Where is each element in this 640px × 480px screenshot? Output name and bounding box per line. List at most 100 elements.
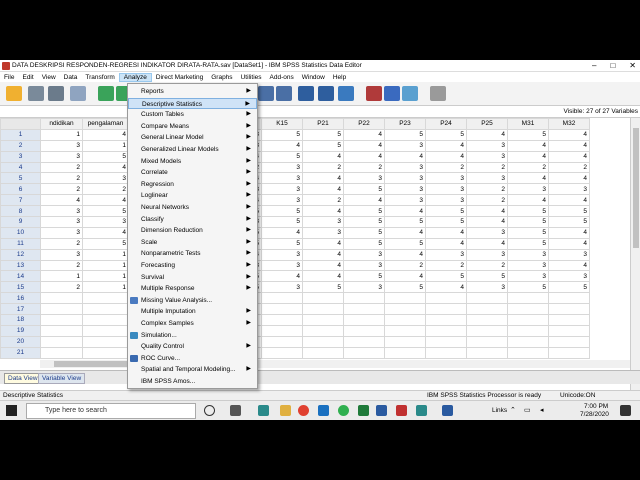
column-header[interactable]: M32 <box>548 118 590 130</box>
data-cell[interactable] <box>425 314 467 326</box>
row-header[interactable]: 10 <box>0 226 41 239</box>
data-cell[interactable]: 4 <box>548 259 590 272</box>
data-cell[interactable] <box>261 292 303 305</box>
data-cell[interactable] <box>507 324 549 337</box>
menu-file[interactable]: File <box>0 74 18 81</box>
data-cell[interactable]: 4 <box>548 194 590 207</box>
analyze-menu-item-scale[interactable]: Scale ▶ <box>128 237 257 248</box>
insert-variable-icon[interactable] <box>384 86 400 101</box>
data-cell[interactable]: 2 <box>548 161 590 174</box>
data-cell[interactable] <box>507 314 549 326</box>
menu-analyze[interactable]: Analyze <box>118 72 152 82</box>
data-cell[interactable]: 3 <box>384 172 426 185</box>
data-cell[interactable]: 4 <box>507 194 549 207</box>
spss-taskbar-icon[interactable] <box>258 405 269 416</box>
weight-cases-icon[interactable] <box>430 86 446 101</box>
menu-graphs[interactable]: Graphs <box>207 74 236 81</box>
data-cell[interactable]: 4 <box>548 150 590 163</box>
vertical-scroll-thumb[interactable] <box>633 128 639 248</box>
column-header[interactable]: P25 <box>466 118 508 130</box>
data-cell[interactable]: 2 <box>40 183 83 196</box>
analyze-menu-item-dimension-reduction[interactable]: Dimension Reduction ▶ <box>128 225 257 236</box>
row-header[interactable]: 3 <box>0 150 41 163</box>
data-cell[interactable] <box>82 314 129 326</box>
column-header[interactable]: M31 <box>507 118 549 130</box>
data-cell[interactable] <box>425 303 467 316</box>
data-cell[interactable]: 5 <box>261 150 303 163</box>
data-cell[interactable]: 2 <box>40 237 83 250</box>
data-cell[interactable] <box>261 346 303 359</box>
data-cell[interactable]: 4 <box>384 270 426 283</box>
data-cell[interactable]: 5 <box>302 281 344 294</box>
data-cell[interactable] <box>302 346 344 359</box>
dialog-recall-icon[interactable] <box>70 86 86 101</box>
data-cell[interactable] <box>507 303 549 316</box>
data-cell[interactable]: 5 <box>343 183 385 196</box>
data-cell[interactable]: 4 <box>302 150 344 163</box>
data-cell[interactable]: 3 <box>302 216 344 228</box>
row-header[interactable]: 1 <box>0 128 41 141</box>
data-cell[interactable] <box>548 346 590 359</box>
data-cell[interactable] <box>466 314 508 326</box>
analyze-menu-item-neural-networks[interactable]: Neural Networks ▶ <box>128 202 257 213</box>
powerpoint-icon[interactable] <box>396 405 407 416</box>
data-cell[interactable] <box>302 324 344 337</box>
data-cell[interactable]: 4 <box>425 139 467 152</box>
data-cell[interactable]: 4 <box>261 139 303 152</box>
minimize-icon[interactable]: – <box>592 61 596 70</box>
data-cell[interactable] <box>40 346 83 359</box>
row-header[interactable]: 2 <box>0 139 41 152</box>
data-cell[interactable]: 3 <box>343 259 385 272</box>
data-cell[interactable]: 3 <box>261 172 303 185</box>
data-cell[interactable]: 3 <box>425 172 467 185</box>
data-cell[interactable]: 4 <box>302 183 344 196</box>
analyze-menu-item-reports[interactable]: Reports ▶ <box>128 86 257 97</box>
data-cell[interactable]: 3 <box>40 139 83 152</box>
data-cell[interactable] <box>548 335 590 348</box>
data-cell[interactable]: 5 <box>384 128 426 141</box>
data-cell[interactable] <box>82 335 129 348</box>
data-cell[interactable]: 2 <box>40 172 83 185</box>
data-cell[interactable]: 2 <box>466 183 508 196</box>
data-cell[interactable]: 3 <box>82 216 129 228</box>
data-cell[interactable] <box>343 303 385 316</box>
notifications-icon[interactable] <box>620 405 631 416</box>
data-cell[interactable]: 3 <box>384 161 426 174</box>
row-header[interactable]: 15 <box>0 281 41 294</box>
column-header[interactable]: P22 <box>343 118 385 130</box>
row-header[interactable]: 4 <box>0 161 41 174</box>
data-cell[interactable]: 3 <box>425 248 467 261</box>
data-cell[interactable] <box>343 335 385 348</box>
row-header[interactable]: 5 <box>0 172 41 185</box>
data-cell[interactable]: 3 <box>425 183 467 196</box>
data-cell[interactable]: 5 <box>507 128 549 141</box>
data-cell[interactable]: 3 <box>507 259 549 272</box>
data-cell[interactable]: 4 <box>302 248 344 261</box>
data-cell[interactable] <box>82 324 129 337</box>
data-cell[interactable] <box>425 335 467 348</box>
data-cell[interactable] <box>343 324 385 337</box>
find-icon[interactable] <box>338 86 354 101</box>
edge-icon[interactable] <box>318 405 329 416</box>
taskbar-search-input[interactable]: Type here to search <box>26 403 196 419</box>
data-cell[interactable]: 3 <box>302 226 344 239</box>
data-cell[interactable] <box>548 292 590 305</box>
analyze-menu-item-custom-tables[interactable]: Custom Tables ▶ <box>128 109 257 120</box>
clock-time[interactable]: 7:00 PM <box>584 403 608 410</box>
data-cell[interactable] <box>425 346 467 359</box>
data-cell[interactable]: 1 <box>82 139 129 152</box>
data-cell[interactable]: 2 <box>507 161 549 174</box>
data-cell[interactable]: 5 <box>343 237 385 250</box>
analyze-menu-item-generalized-linear-models[interactable]: Generalized Linear Models ▶ <box>128 144 257 155</box>
data-cell[interactable]: 3 <box>466 248 508 261</box>
row-header[interactable]: 16 <box>0 292 41 305</box>
file-explorer-icon[interactable] <box>280 405 291 416</box>
analyze-menu-item-quality-control[interactable]: Quality Control ▶ <box>128 341 257 352</box>
data-cell[interactable]: 4 <box>425 226 467 239</box>
data-cell[interactable]: 5 <box>548 205 590 218</box>
data-cell[interactable]: 4 <box>507 150 549 163</box>
data-cell[interactable]: 3 <box>466 226 508 239</box>
analyze-menu-item-ibm-spss-amos[interactable]: IBM SPSS Amos... <box>128 376 257 387</box>
data-cell[interactable] <box>261 335 303 348</box>
data-cell[interactable]: 3 <box>548 270 590 283</box>
